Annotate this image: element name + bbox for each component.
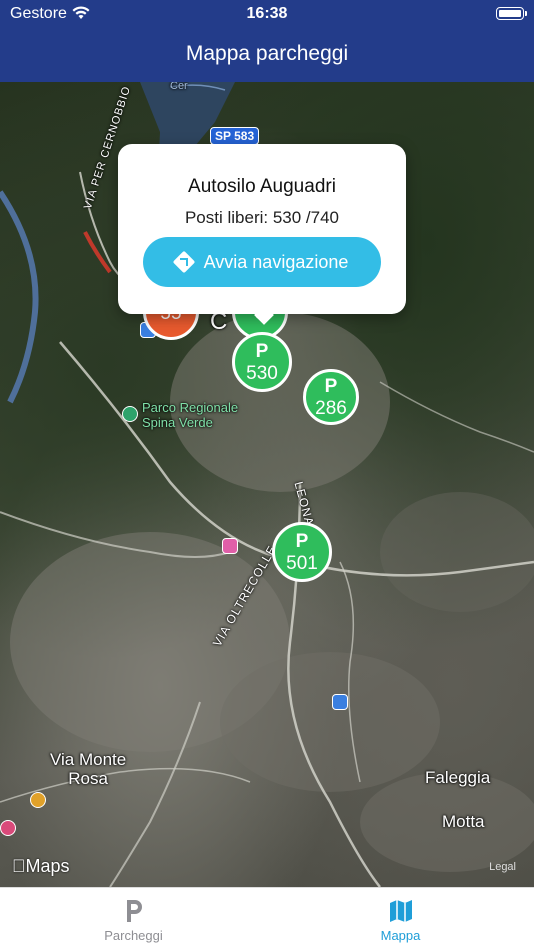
tab-mappa-label: Mappa [380, 928, 421, 943]
marker-p-label: P [255, 340, 269, 362]
marker-p-label: P [324, 375, 338, 397]
tab-bar: Parcheggi Mappa [0, 887, 534, 951]
directions-icon [172, 250, 195, 274]
status-time: 16:38 [246, 5, 288, 22]
map-icon [267, 898, 534, 924]
parking-callout: Autosilo Auguadri Posti liberi: 530 /740… [118, 144, 406, 325]
start-navigation-label: Avvia navigazione [203, 251, 349, 272]
apple-logo-icon:  [12, 856, 26, 876]
road-shield-sp583: SP 583 [210, 127, 260, 145]
battery-icon [496, 7, 527, 20]
maps-logo-text: Maps [12, 856, 70, 876]
marker-count: 286 [315, 397, 347, 419]
parking-icon [0, 898, 267, 924]
parking-marker[interactable]: P 501 [272, 522, 332, 582]
marker-p-label: P [295, 530, 309, 552]
tab-parcheggi[interactable]: Parcheggi [0, 888, 267, 951]
marker-count: 530 [246, 362, 278, 384]
marker-count: 501 [286, 552, 318, 574]
free-spots-label: Posti liberi: 530 /740 [184, 208, 340, 227]
park-label: Parco Regionale Spina Verde [142, 400, 239, 430]
train-station-icon-2[interactable] [332, 694, 348, 710]
lake-label: Cer [170, 82, 188, 92]
parking-marker[interactable]: P 286 [303, 369, 359, 425]
legal-link[interactable]: Legal [489, 861, 516, 873]
tab-parcheggi-label: Parcheggi [104, 928, 163, 943]
apple-maps-logo: Maps [12, 856, 70, 877]
status-bar: Gestore 16:38 [0, 0, 534, 28]
start-navigation-button[interactable]: Avvia navigazione [143, 237, 381, 287]
place-label-monte-rosa: Via Monte Rosa [50, 750, 127, 788]
place-label-faleggia: Faleggia [425, 768, 491, 787]
parking-marker-selected[interactable]: P 530 [232, 332, 292, 392]
park-poi-icon [122, 406, 138, 422]
page-title: Mappa parcheggi [185, 42, 349, 65]
top-bar: Gestore 16:38 Mappa parcheggi [0, 0, 534, 82]
tab-mappa[interactable]: Mappa [267, 888, 534, 951]
place-label-motta: Motta [442, 812, 485, 831]
poi-icon-2[interactable] [0, 820, 16, 836]
parking-name: Autosilo Auguadri [188, 176, 336, 197]
bus-station-icon[interactable] [222, 538, 238, 554]
poi-icon[interactable] [30, 792, 46, 808]
